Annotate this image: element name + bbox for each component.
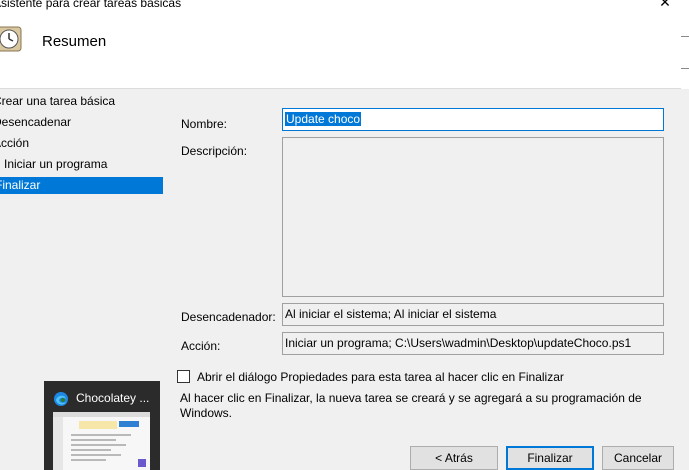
action-field: Iniciar un programa; C:\Users\wadmin\Des… <box>282 332 664 355</box>
header-edge <box>681 14 689 89</box>
step-action[interactable]: Acción <box>0 135 163 152</box>
preview-line <box>71 439 116 441</box>
step-label: Iniciar un programa <box>4 157 108 171</box>
close-icon[interactable]: ✕ <box>655 0 675 11</box>
preview-bar <box>53 412 150 417</box>
preview-side <box>53 417 63 470</box>
name-field[interactable]: Update choco <box>282 108 664 131</box>
preview-line <box>71 454 121 456</box>
name-value: Update choco <box>285 112 362 126</box>
action-label: Acción: <box>181 339 221 353</box>
clock-icon <box>0 26 22 52</box>
preview-highlight <box>79 421 117 429</box>
cancel-button[interactable]: Cancelar <box>602 446 674 470</box>
step-label: Acción <box>0 136 30 150</box>
window-title: Asistente para crear tareas básicas <box>0 0 182 10</box>
preview-title: Chocolatey ... <box>76 391 150 405</box>
preview-line <box>71 449 111 451</box>
page-title: Resumen <box>42 33 107 50</box>
open-properties-checkbox[interactable] <box>177 370 190 383</box>
preview-line <box>71 434 131 436</box>
preview-thumbnail <box>138 459 146 467</box>
preview-line <box>71 444 126 446</box>
step-label: Finalizar <box>0 178 41 192</box>
preview-image <box>53 412 150 470</box>
preview-line <box>71 459 106 461</box>
step-trigger[interactable]: Desencadenar <box>0 114 163 131</box>
description-field[interactable] <box>282 137 664 297</box>
step-start-program[interactable]: Iniciar un programa <box>0 156 163 173</box>
trigger-label: Desencadenador: <box>181 310 276 324</box>
preview-button <box>119 421 139 427</box>
wizard-header: Resumen <box>0 14 681 89</box>
edge-icon <box>54 392 68 406</box>
edge-line <box>681 68 689 69</box>
back-button[interactable]: < Atrás <box>410 446 498 470</box>
description-label: Descripción: <box>181 144 248 158</box>
step-create-basic-task[interactable]: Crear una tarea básica <box>0 93 163 110</box>
finish-button[interactable]: Finalizar <box>506 446 594 470</box>
step-label: Crear una tarea básica <box>0 94 116 108</box>
step-label: Desencadenar <box>0 115 72 129</box>
trigger-field: Al iniciar el sistema; Al iniciar el sis… <box>282 303 664 326</box>
title-bar: Asistente para crear tareas básicas ✕ <box>0 0 689 14</box>
info-text: Al hacer clic en Finalizar, la nueva tar… <box>180 391 642 420</box>
open-properties-label[interactable]: Abrir el diálogo Propiedades para esta t… <box>197 370 564 384</box>
step-finish[interactable]: Finalizar <box>0 177 163 194</box>
name-label: Nombre: <box>181 117 228 131</box>
edge-line <box>681 36 689 37</box>
taskbar-preview[interactable]: Chocolatey ... <box>44 381 160 470</box>
